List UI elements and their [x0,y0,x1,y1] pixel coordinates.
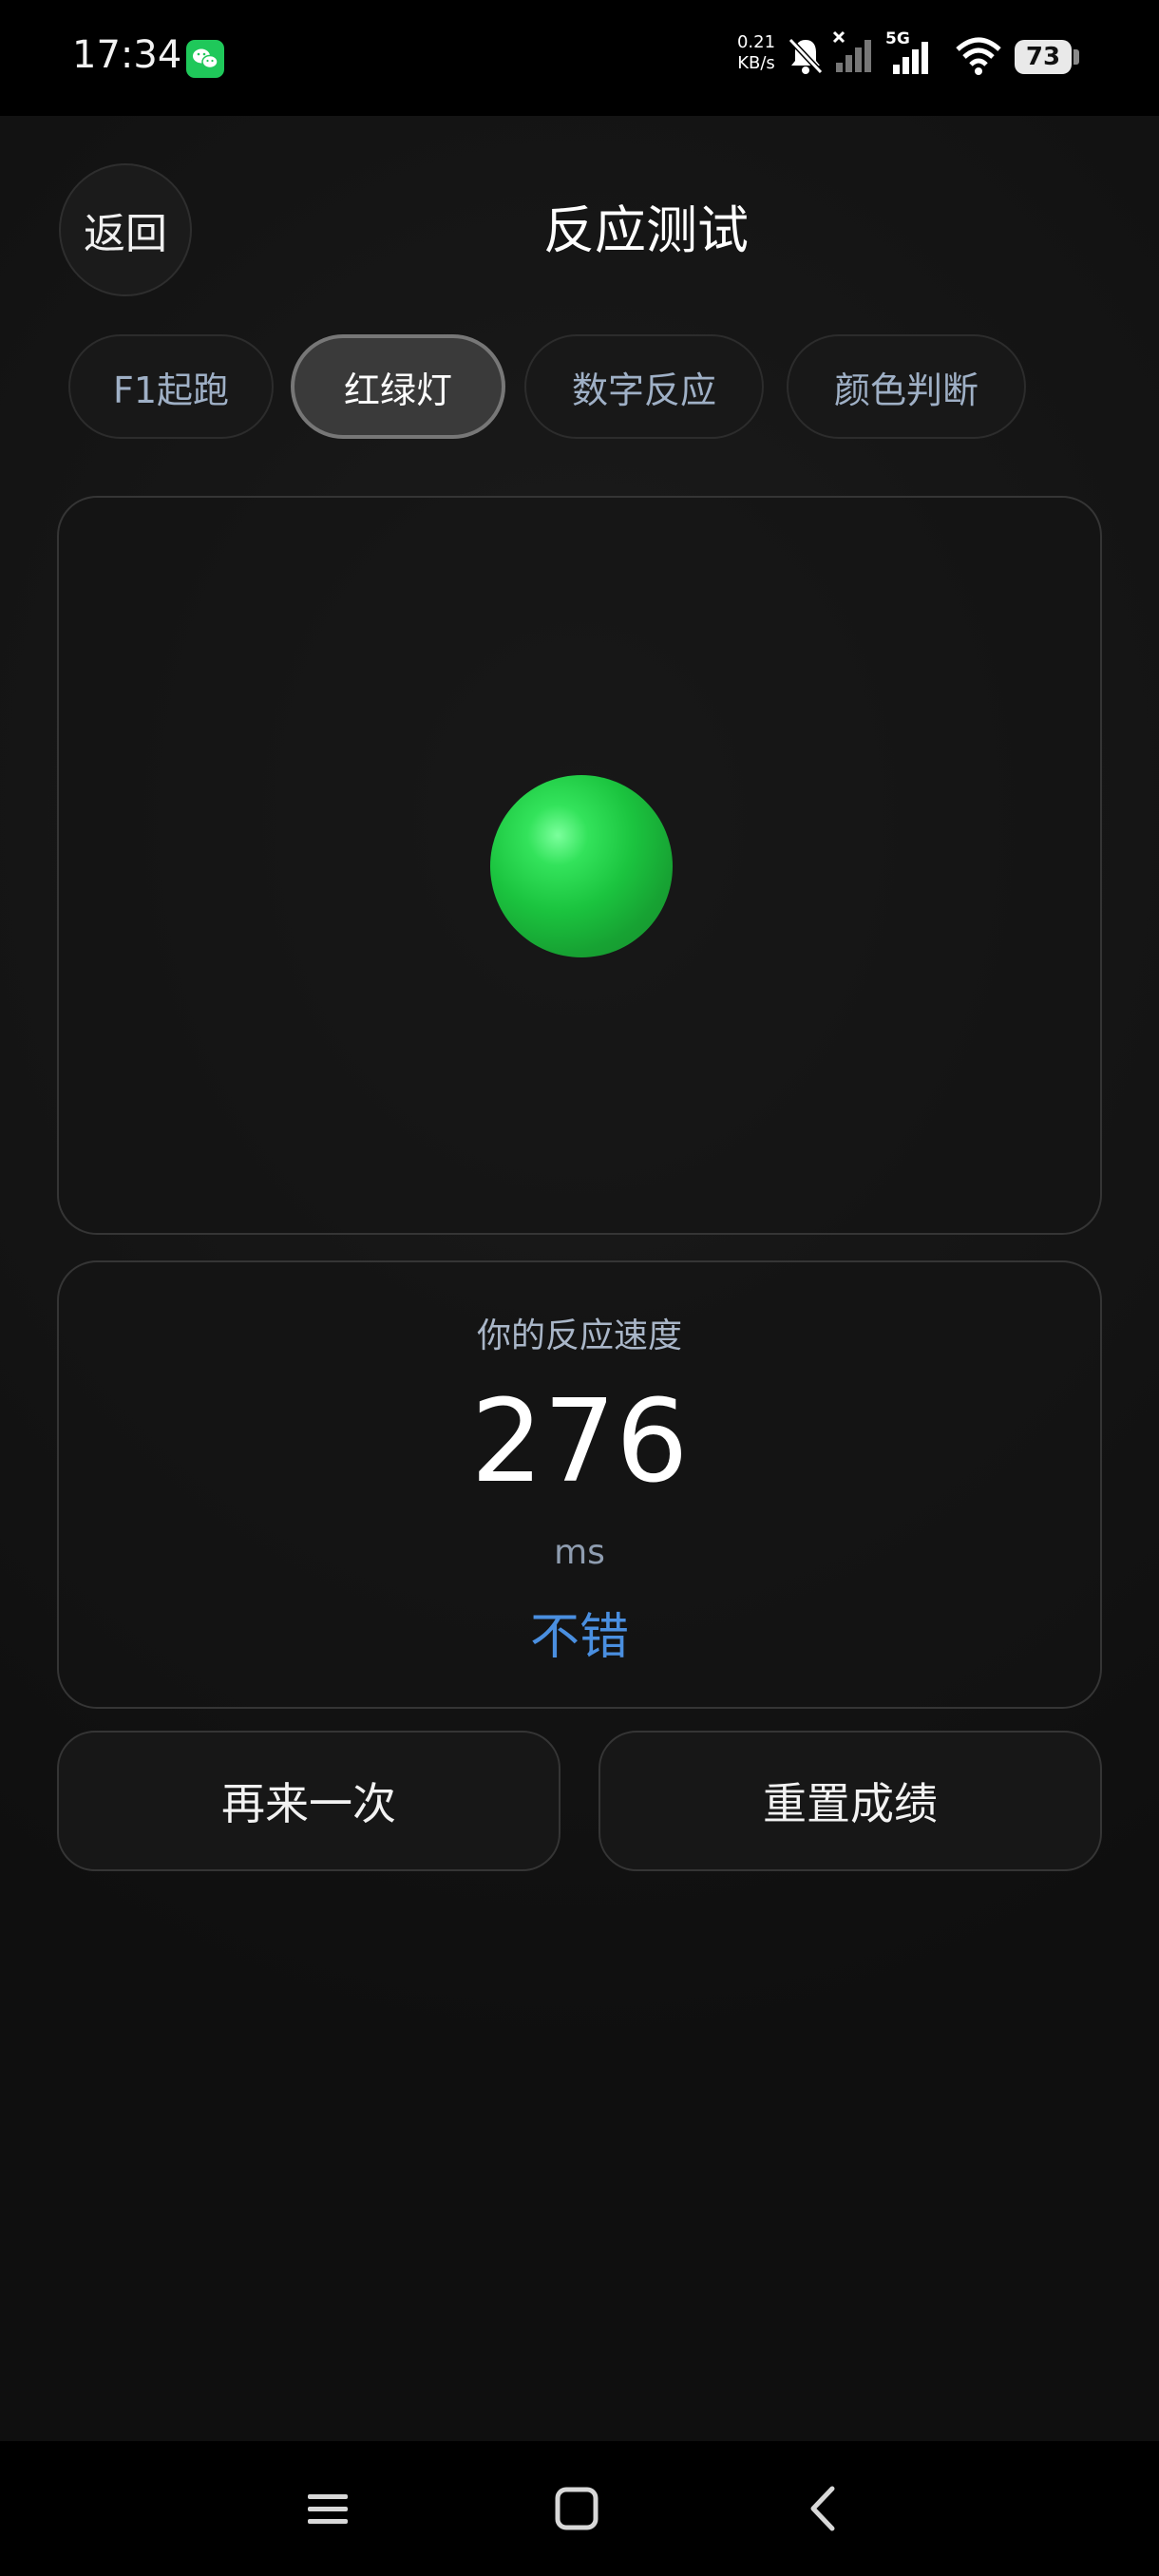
home-icon[interactable] [553,2485,600,2536]
result-card: 你的反应速度 276 ms 不错 [57,1260,1102,1709]
retry-button[interactable]: 再来一次 [57,1731,560,1871]
status-time: 17:34 [72,33,182,77]
green-light[interactable] [490,775,673,957]
reaction-time-unit: ms [554,1533,605,1572]
net-speed-value: 0.21 [736,32,776,52]
net-speed-unit: KB/s [737,53,775,73]
wifi-icon [954,36,1003,80]
menu-icon[interactable] [306,2485,350,2536]
tab-number-reaction[interactable]: 数字反应 [524,334,764,439]
bell-muted-icon [787,34,825,82]
signal-5g-icon: 5G [885,28,939,82]
result-rating: 不错 [529,1609,629,1666]
reset-score-button[interactable]: 重置成绩 [598,1731,1102,1871]
app-content: 返回 反应测试 F1起跑 红绿灯 数字反应 颜色判断 你的反应速度 276 ms… [0,116,1159,2441]
wechat-icon [186,40,224,78]
back-icon[interactable] [804,2485,842,2536]
tab-f1-start[interactable]: F1起跑 [68,334,274,439]
signal-no-service-icon [832,30,878,80]
result-label: 你的反应速度 [476,1316,682,1355]
battery-icon: 73 [1015,40,1072,74]
page-title: 反应测试 [543,200,749,260]
navigation-bar [0,2441,1159,2576]
battery-tip [1074,49,1079,65]
status-bar: 17:34 0.21 KB/s 5G 73 [0,0,1159,116]
network-type-label: 5G [885,29,910,48]
test-area[interactable] [57,496,1102,1235]
back-button[interactable]: 返回 [59,163,192,296]
screen: 17:34 0.21 KB/s 5G 73 返回 反应测试 F1起跑 红绿灯 数… [0,0,1159,2576]
tab-traffic-light[interactable]: 红绿灯 [291,334,505,439]
tab-color-judgment[interactable]: 颜色判断 [787,334,1026,439]
reaction-time-value: 276 [470,1376,689,1508]
net-speed: 0.21 KB/s [730,32,783,74]
